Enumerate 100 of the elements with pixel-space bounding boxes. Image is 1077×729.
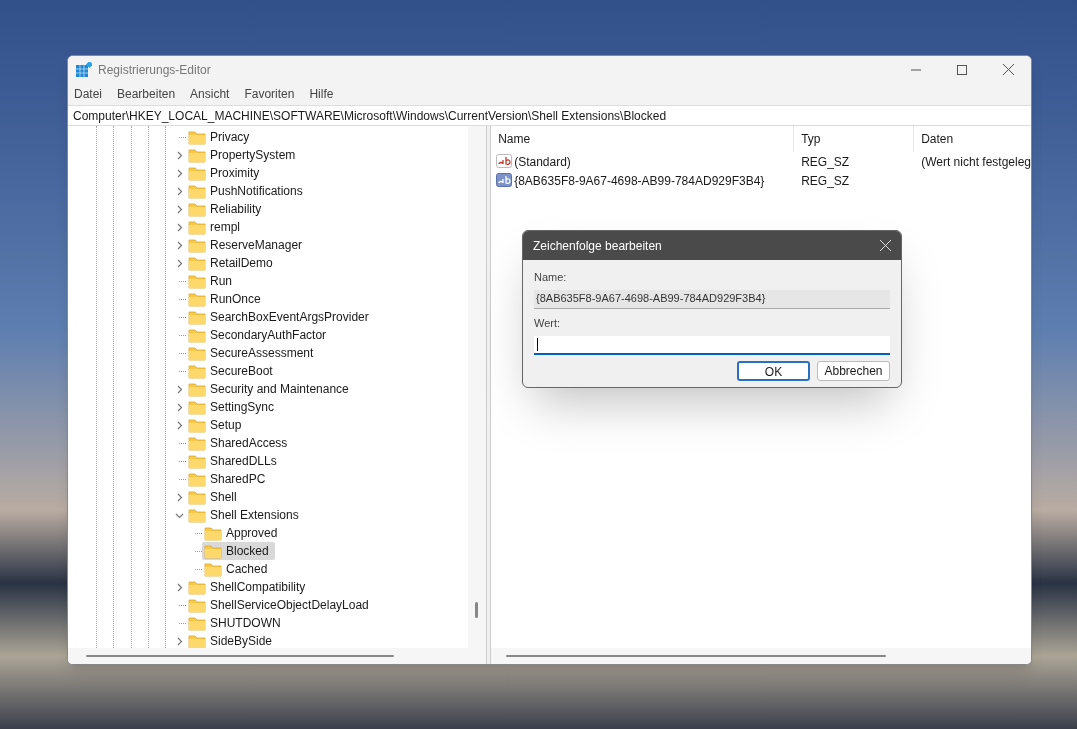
folder-icon — [188, 615, 206, 631]
tree-item[interactable]: Reliability — [186, 200, 268, 218]
tree-item-label: SHUTDOWN — [210, 615, 281, 632]
tree-item[interactable]: PushNotifications — [186, 182, 309, 200]
tree-item[interactable]: SharedAccess — [186, 434, 294, 452]
tree-item-label: ReserveManager — [210, 237, 303, 254]
tree-item[interactable]: SearchBoxEventArgsProvider — [186, 308, 375, 326]
horizontal-scrollbar[interactable] — [68, 648, 487, 664]
folder-icon — [188, 291, 206, 307]
tree-item[interactable]: Cached — [202, 560, 274, 578]
tree-item[interactable]: SideBySide — [186, 632, 279, 648]
tree-item[interactable]: Privacy — [186, 128, 256, 146]
tree-item[interactable]: SecondaryAuthFactor — [186, 326, 333, 344]
folder-icon — [188, 201, 206, 217]
tree-item-label: Security and Maintenance — [210, 381, 349, 398]
tree-item[interactable]: Proximity — [186, 164, 266, 182]
folder-icon — [188, 597, 206, 613]
tree-item-label: rempl — [210, 219, 240, 236]
column-header[interactable]: Daten — [914, 126, 1031, 152]
tree-item-label: Privacy — [210, 129, 250, 146]
folder-icon — [188, 327, 206, 343]
value-name[interactable]: (Standard) — [514, 152, 571, 171]
tree-item[interactable]: Run — [186, 272, 238, 290]
close-icon[interactable] — [1003, 64, 1014, 75]
tree-item-label: Approved — [226, 525, 278, 542]
tree-item[interactable]: ShellServiceObjectDelayLoad — [186, 596, 375, 614]
menu-item[interactable]: Bearbeiten — [117, 85, 176, 103]
tree-item-label: Setup — [210, 417, 242, 434]
tree-item[interactable]: Blocked — [202, 542, 275, 560]
menu-item[interactable]: Favoriten — [244, 85, 295, 103]
menu-item[interactable]: Datei — [74, 85, 102, 103]
folder-icon — [204, 561, 222, 577]
tree-item[interactable]: Shell Extensions — [186, 506, 305, 524]
tree-item[interactable]: SHUTDOWN — [186, 614, 287, 632]
folder-icon — [188, 183, 206, 199]
tree-item[interactable]: SecureBoot — [186, 362, 279, 380]
tree-item-label: Shell Extensions — [210, 507, 299, 524]
tree-item[interactable]: Setup — [186, 416, 248, 434]
vertical-scrollbar[interactable] — [468, 126, 487, 648]
folder-icon — [188, 399, 206, 415]
folder-icon — [188, 471, 206, 487]
tree-item-label: ShellServiceObjectDelayLoad — [210, 597, 369, 614]
tree-item[interactable]: rempl — [186, 218, 246, 236]
tree-item[interactable]: Approved — [202, 524, 284, 542]
tree-item-label: Blocked — [226, 543, 269, 560]
tree-item-label: SearchBoxEventArgsProvider — [210, 309, 369, 326]
tree-item[interactable]: RetailDemo — [186, 254, 279, 272]
tree-item-label: PropertySystem — [210, 147, 296, 164]
tree-item[interactable]: SecureAssessment — [186, 344, 320, 362]
name-label: Name: — [534, 270, 568, 285]
column-header[interactable]: Typ — [794, 126, 915, 152]
folder-icon — [188, 579, 206, 595]
folder-icon — [188, 273, 206, 289]
folder-icon — [188, 147, 206, 163]
tree-item-label: SharedAccess — [210, 435, 288, 452]
menu-item[interactable]: Ansicht — [190, 85, 230, 103]
tree-item-label: Shell — [210, 489, 237, 506]
value-data: (Wert nicht festgeleg — [920, 153, 1031, 171]
tree-item[interactable]: Security and Maintenance — [186, 380, 355, 398]
tree-item-label: SecondaryAuthFactor — [210, 327, 327, 344]
tree-item[interactable]: SharedDLLs — [186, 452, 283, 470]
tree-item[interactable]: ShellCompatibility — [186, 578, 312, 596]
folder-icon — [188, 453, 206, 469]
tree-item-label: Cached — [226, 561, 268, 578]
dialog-button[interactable]: OK — [737, 361, 810, 381]
column-header[interactable]: Name — [491, 126, 795, 152]
tree-item-label: PushNotifications — [210, 183, 303, 200]
value-name[interactable]: {8AB635F8-9A67-4698-AB99-784AD929F3B4} — [514, 171, 765, 190]
value-type: REG_SZ — [800, 172, 851, 190]
tree-item-label: Proximity — [210, 165, 260, 182]
folder-icon — [188, 255, 206, 271]
tree-item-label: SideBySide — [210, 633, 273, 648]
tree-item[interactable]: SharedPC — [186, 470, 272, 488]
folder-icon — [188, 237, 206, 253]
tree-item-label: ShellCompatibility — [210, 579, 306, 596]
address-bar[interactable]: Computer\HKEY_LOCAL_MACHINE\SOFTWARE\Microsoft\Windows\CurrentVersion\Shell Extensions\Blocked — [68, 105, 1031, 126]
window-title: Registrierungs-Editor — [98, 61, 211, 79]
folder-icon — [188, 219, 206, 235]
tree-item-label: RunOnce — [210, 291, 261, 308]
value-input-field[interactable] — [534, 336, 890, 355]
folder-icon — [204, 543, 222, 559]
folder-icon — [188, 435, 206, 451]
tree-item[interactable]: RunOnce — [186, 290, 267, 308]
dialog-button[interactable]: Abbrechen — [817, 361, 890, 381]
tree-item-label: SecureAssessment — [210, 345, 314, 362]
horizontal-scrollbar[interactable] — [491, 648, 1031, 664]
folder-icon — [188, 165, 206, 181]
menu-item[interactable]: Hilfe — [309, 85, 334, 103]
folder-icon — [188, 345, 206, 361]
maximize-icon[interactable] — [957, 64, 967, 75]
tree-item-label: SettingSync — [210, 399, 275, 416]
folder-icon — [188, 489, 206, 505]
tree-item[interactable]: SettingSync — [186, 398, 281, 416]
tree-item-label: SharedDLLs — [210, 453, 277, 470]
tree-item[interactable]: Shell — [186, 488, 243, 506]
registry-app-icon — [76, 61, 92, 78]
tree-item[interactable]: ReserveManager — [186, 236, 309, 254]
folder-icon — [188, 633, 206, 648]
tree-item[interactable]: PropertySystem — [186, 146, 302, 164]
folder-icon — [188, 507, 206, 523]
